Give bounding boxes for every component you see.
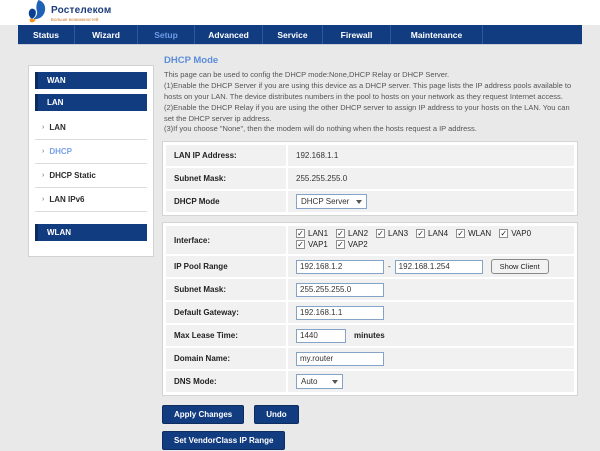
interface-option-label: LAN2 — [348, 229, 369, 239]
nav-item-firewall[interactable]: Firewall — [323, 25, 391, 44]
dns-mode-row: DNS Mode: Auto — [166, 371, 574, 393]
interface-checkbox-vap0[interactable]: ✓ — [499, 229, 509, 239]
domain-name-input[interactable] — [296, 351, 384, 366]
dns-mode-selected-value: Auto — [301, 377, 318, 387]
ip-pool-to-input[interactable] — [394, 259, 483, 274]
dhcp-settings-panel: Interface: ✓ LAN1 ✓ LAN2 ✓ LAN3 ✓ LAN4 ✓ WLAN… — [162, 222, 578, 397]
lan-ip-label: LAN IP Address: — [166, 145, 286, 167]
nav-item-service[interactable]: Service — [263, 25, 323, 44]
interface-option-label: VAP2 — [347, 240, 368, 250]
max-lease-time-row: Max Lease Time: minutes — [166, 325, 574, 347]
nav-item-status[interactable]: Status — [18, 25, 75, 44]
show-client-button[interactable]: Show Client — [490, 259, 549, 275]
nav-item-advanced[interactable]: Advanced — [195, 25, 263, 44]
subnet-mask-label: Subnet Mask: — [166, 279, 286, 301]
ip-pool-row: IP Pool Range - Show Client — [166, 256, 574, 278]
description-line: (3)If you choose "None", then the modem … — [164, 124, 477, 134]
interface-label: Interface: — [166, 226, 286, 255]
interface-checkbox-wlan[interactable]: ✓ — [456, 229, 466, 239]
subnet-mask-row: Subnet Mask: — [166, 279, 574, 301]
domain-name-label: Domain Name: — [166, 348, 286, 370]
interface-option-label: VAP0 — [511, 229, 532, 239]
subnet-label: Subnet Mask: — [166, 168, 286, 190]
sidebar-item-label: DHCP Static — [49, 171, 96, 180]
apply-changes-button[interactable]: Apply Changes — [162, 405, 245, 425]
max-lease-time-label: Max Lease Time: — [166, 325, 286, 347]
default-gateway-row: Default Gateway: — [166, 302, 574, 324]
page-title: DHCP Mode — [164, 55, 219, 66]
interface-checkbox-lan2[interactable]: ✓ — [336, 229, 346, 239]
interface-checkbox-lan3[interactable]: ✓ — [376, 229, 386, 239]
interface-option-label: LAN1 — [308, 229, 329, 239]
sidebar-item-label: LAN — [49, 123, 66, 132]
undo-button[interactable]: Undo — [254, 405, 299, 425]
ip-pool-from-input[interactable] — [296, 259, 384, 274]
lan-ip-value: 192.168.1.1 — [296, 151, 339, 161]
subnet-row: Subnet Mask: 255.255.255.0 — [166, 168, 574, 190]
max-lease-time-input[interactable] — [296, 328, 346, 343]
brand-name: Ростелеком — [51, 5, 112, 16]
interface-option-label: LAN3 — [388, 229, 409, 239]
sidebar-item-label: LAN IPv6 — [49, 195, 85, 204]
nav-item-maintenance[interactable]: Maintenance — [391, 25, 483, 44]
default-gateway-label: Default Gateway: — [166, 302, 286, 324]
description-line: This page can be used to config the DHCP… — [164, 70, 450, 79]
sidebar-item-label: DHCP — [49, 147, 73, 156]
sidebar-item-lan-ipv6[interactable]: › LAN IPv6 — [35, 188, 147, 212]
nav-item-wizard[interactable]: Wizard — [75, 25, 138, 44]
ip-pool-separator: - — [388, 262, 391, 272]
brand-tagline: Больше возможностей — [51, 17, 99, 22]
main-nav: Status Wizard Setup Advanced Service Fir… — [18, 25, 582, 45]
interface-option-label: VAP1 — [308, 240, 328, 250]
default-gateway-input[interactable] — [296, 305, 384, 320]
description-line: (2)Enable the DHCP Relay if you are usin… — [164, 102, 570, 123]
dhcp-mode-selected-value: DHCP Server — [301, 197, 350, 207]
chevron-right-icon: › — [42, 124, 45, 131]
interface-checkbox-lan1[interactable]: ✓ — [296, 229, 305, 239]
page-description: This page can be used to config the DHCP… — [162, 70, 578, 135]
dns-mode-select[interactable]: Auto — [296, 374, 343, 390]
nav-item-setup[interactable]: Setup — [138, 25, 195, 44]
description-line: (1)Enable the DHCP Server if you are usi… — [164, 80, 572, 101]
dhcp-mode-label: DHCP Mode — [166, 191, 286, 213]
chevron-right-icon: › — [42, 172, 45, 179]
sidebar-section-lan[interactable]: LAN — [35, 94, 147, 111]
domain-name-row: Domain Name: — [166, 348, 574, 370]
main-content: DHCP Mode This page can be used to confi… — [162, 55, 578, 451]
dns-mode-label: DNS Mode: — [166, 371, 286, 393]
sidebar-item-dhcp-static[interactable]: › DHCP Static — [35, 164, 147, 188]
chevron-right-icon: › — [42, 196, 45, 203]
interface-checkbox-vap1[interactable]: ✓ — [296, 240, 305, 250]
interface-option-label: WLAN — [468, 229, 492, 239]
chevron-right-icon: › — [42, 148, 45, 155]
ip-pool-label: IP Pool Range — [166, 256, 286, 278]
subnet-value: 255.255.255.0 — [296, 174, 348, 184]
dhcp-mode-select[interactable]: DHCP Server — [296, 194, 368, 210]
sidebar-section-wlan[interactable]: WLAN — [35, 224, 147, 241]
interface-row: Interface: ✓ LAN1 ✓ LAN2 ✓ LAN3 ✓ LAN4 ✓ WLAN… — [166, 226, 574, 255]
chevron-down-icon — [356, 199, 363, 204]
interface-checkbox-lan4[interactable]: ✓ — [416, 229, 426, 239]
top-header: Ростелеком Больше возможностей — [0, 0, 600, 25]
lan-ip-row: LAN IP Address: 192.168.1.1 — [166, 145, 574, 167]
sidebar-item-lan[interactable]: › LAN — [35, 116, 147, 140]
dhcp-mode-row: DHCP Mode DHCP Server — [166, 191, 574, 213]
sidebar: WAN LAN › LAN › DHCP › DHCP Static › LAN… — [28, 65, 154, 257]
set-vendorclass-ip-range-button[interactable]: Set VendorClass IP Range — [162, 431, 286, 451]
chevron-down-icon — [332, 379, 338, 384]
interface-option-label: LAN4 — [428, 229, 449, 239]
lan-info-panel: LAN IP Address: 192.168.1.1 Subnet Mask:… — [162, 141, 578, 217]
sidebar-item-dhcp[interactable]: › DHCP — [35, 140, 147, 164]
sidebar-section-wan[interactable]: WAN — [35, 72, 147, 89]
interface-checkbox-vap2[interactable]: ✓ — [335, 240, 345, 250]
rostelecom-logo-icon — [28, 0, 46, 23]
subnet-mask-input[interactable] — [296, 282, 384, 297]
minutes-suffix: minutes — [354, 331, 385, 341]
brand-logo: Ростелеком Больше возможностей — [27, 0, 111, 24]
